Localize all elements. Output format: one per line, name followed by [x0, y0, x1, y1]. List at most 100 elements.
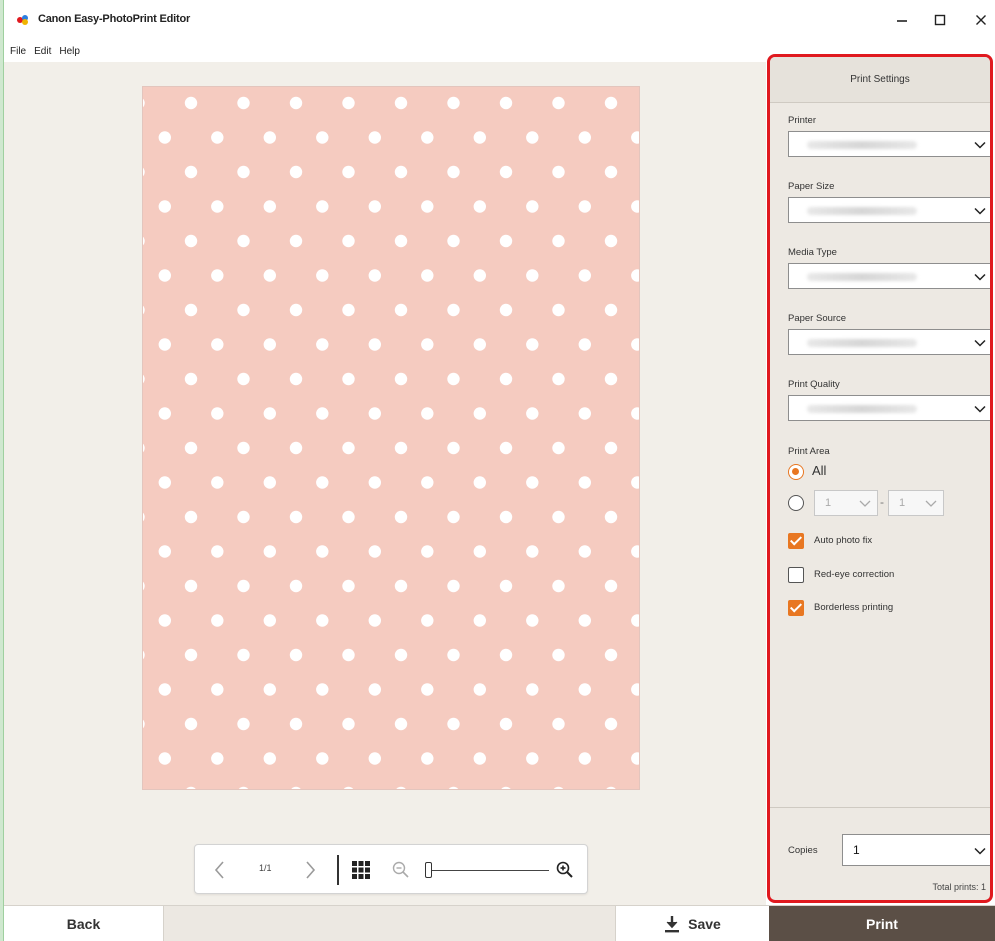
zoom-in-button[interactable] — [555, 860, 575, 880]
polka-dot — [158, 269, 171, 282]
grid-view-button[interactable] — [352, 861, 370, 879]
range-to-select[interactable]: 1 — [888, 490, 944, 516]
polka-dot — [421, 545, 434, 558]
polka-dot — [158, 614, 171, 627]
polka-dot — [473, 338, 486, 351]
auto-photo-fix-checkbox[interactable] — [788, 533, 804, 549]
save-button[interactable]: Save — [615, 906, 769, 941]
polka-dot — [211, 476, 224, 489]
back-button[interactable]: Back — [4, 906, 164, 941]
polka-dot — [499, 165, 513, 179]
previous-page-button[interactable] — [209, 858, 231, 882]
polka-dot — [263, 338, 276, 351]
red-eye-correction-checkbox[interactable] — [788, 567, 804, 583]
polka-dot — [394, 96, 408, 110]
polka-dot — [316, 545, 329, 558]
polka-dot — [526, 131, 539, 144]
polka-dot — [394, 372, 408, 386]
polka-dot — [316, 200, 329, 213]
polka-dot — [473, 407, 486, 420]
polka-dot — [237, 165, 250, 179]
copies-section: Copies 1 Total prints: 1 — [770, 807, 990, 900]
polka-dot — [184, 717, 198, 731]
polka-dot — [237, 441, 250, 455]
polka-dot — [447, 717, 460, 731]
chevron-right-icon — [306, 861, 316, 879]
polka-dot — [447, 579, 460, 593]
chevron-down-icon — [925, 500, 937, 507]
preview-area: 1/1 — [4, 62, 766, 905]
printer-select[interactable] — [788, 131, 990, 157]
paper-source-select[interactable] — [788, 329, 990, 355]
range-from-select[interactable]: 1 — [814, 490, 878, 516]
polka-dot — [447, 648, 460, 662]
polka-dot — [263, 614, 276, 627]
chevron-down-icon — [974, 405, 986, 413]
preview-navigation-toolbar: 1/1 — [194, 844, 588, 894]
paper-size-select[interactable] — [788, 197, 990, 223]
borderless-printing-checkbox[interactable] — [788, 600, 804, 616]
print-button[interactable]: Print — [769, 906, 995, 941]
polka-dot — [447, 372, 460, 386]
polka-dot — [368, 683, 381, 696]
polka-dot — [499, 717, 513, 731]
zoom-slider-thumb[interactable] — [425, 862, 432, 878]
copies-value: 1 — [853, 843, 860, 857]
polka-dot — [211, 614, 224, 627]
paper-size-label: Paper Size — [788, 181, 835, 192]
print-area-all-radio[interactable] — [788, 464, 804, 480]
bottom-action-bar: Back Save Print — [4, 905, 995, 941]
next-page-button[interactable] — [299, 858, 321, 882]
chevron-down-icon — [859, 500, 871, 507]
download-icon — [665, 916, 680, 933]
polka-dot — [552, 303, 565, 317]
polka-dot — [237, 234, 250, 248]
polka-dot — [342, 441, 355, 455]
media-type-select[interactable] — [788, 263, 990, 289]
menu-help[interactable]: Help — [59, 46, 80, 57]
maximize-button[interactable] — [918, 6, 962, 34]
polka-dot — [604, 96, 618, 110]
polka-dot — [289, 234, 303, 248]
copies-select[interactable]: 1 — [842, 834, 990, 866]
chevron-down-icon — [974, 207, 986, 215]
toolbar-divider — [337, 855, 339, 885]
polka-dot — [263, 683, 276, 696]
polka-dot — [342, 96, 355, 110]
paper-source-label: Paper Source — [788, 313, 847, 324]
zoom-slider-track[interactable] — [429, 870, 549, 871]
polka-dot — [263, 752, 276, 765]
printer-value-redacted — [807, 141, 917, 149]
close-button[interactable] — [959, 6, 995, 34]
save-button-label: Save — [688, 916, 721, 932]
polka-dot — [552, 234, 565, 248]
polka-dot — [552, 165, 565, 179]
polka-dot — [211, 683, 224, 696]
menu-edit[interactable]: Edit — [34, 46, 51, 57]
media-type-value-redacted — [807, 273, 917, 281]
polka-dot — [342, 579, 355, 593]
print-area-range-radio[interactable] — [788, 495, 804, 511]
polka-dot — [316, 407, 329, 420]
polka-dot — [499, 234, 513, 248]
polka-dot — [263, 131, 276, 144]
print-quality-select[interactable] — [788, 395, 990, 421]
red-eye-correction-label: Red-eye correction — [814, 569, 895, 580]
zoom-out-icon — [392, 861, 409, 878]
polka-dot — [394, 648, 408, 662]
print-quality-value-redacted — [807, 405, 917, 413]
polka-dot — [578, 683, 591, 696]
polka-dot — [263, 407, 276, 420]
title-bar: Canon Easy-PhotoPrint Editor — [4, 0, 995, 40]
zoom-in-icon — [556, 861, 573, 878]
polka-dot — [394, 717, 408, 731]
polka-dot — [211, 752, 224, 765]
menu-file[interactable]: File — [10, 46, 26, 57]
zoom-out-button[interactable] — [391, 860, 411, 880]
panel-title: Print Settings — [850, 74, 910, 85]
polka-dot — [604, 579, 618, 593]
polka-dot — [184, 165, 198, 179]
polka-dot — [368, 407, 381, 420]
print-preview-page[interactable] — [142, 86, 640, 790]
polka-dot — [342, 303, 355, 317]
